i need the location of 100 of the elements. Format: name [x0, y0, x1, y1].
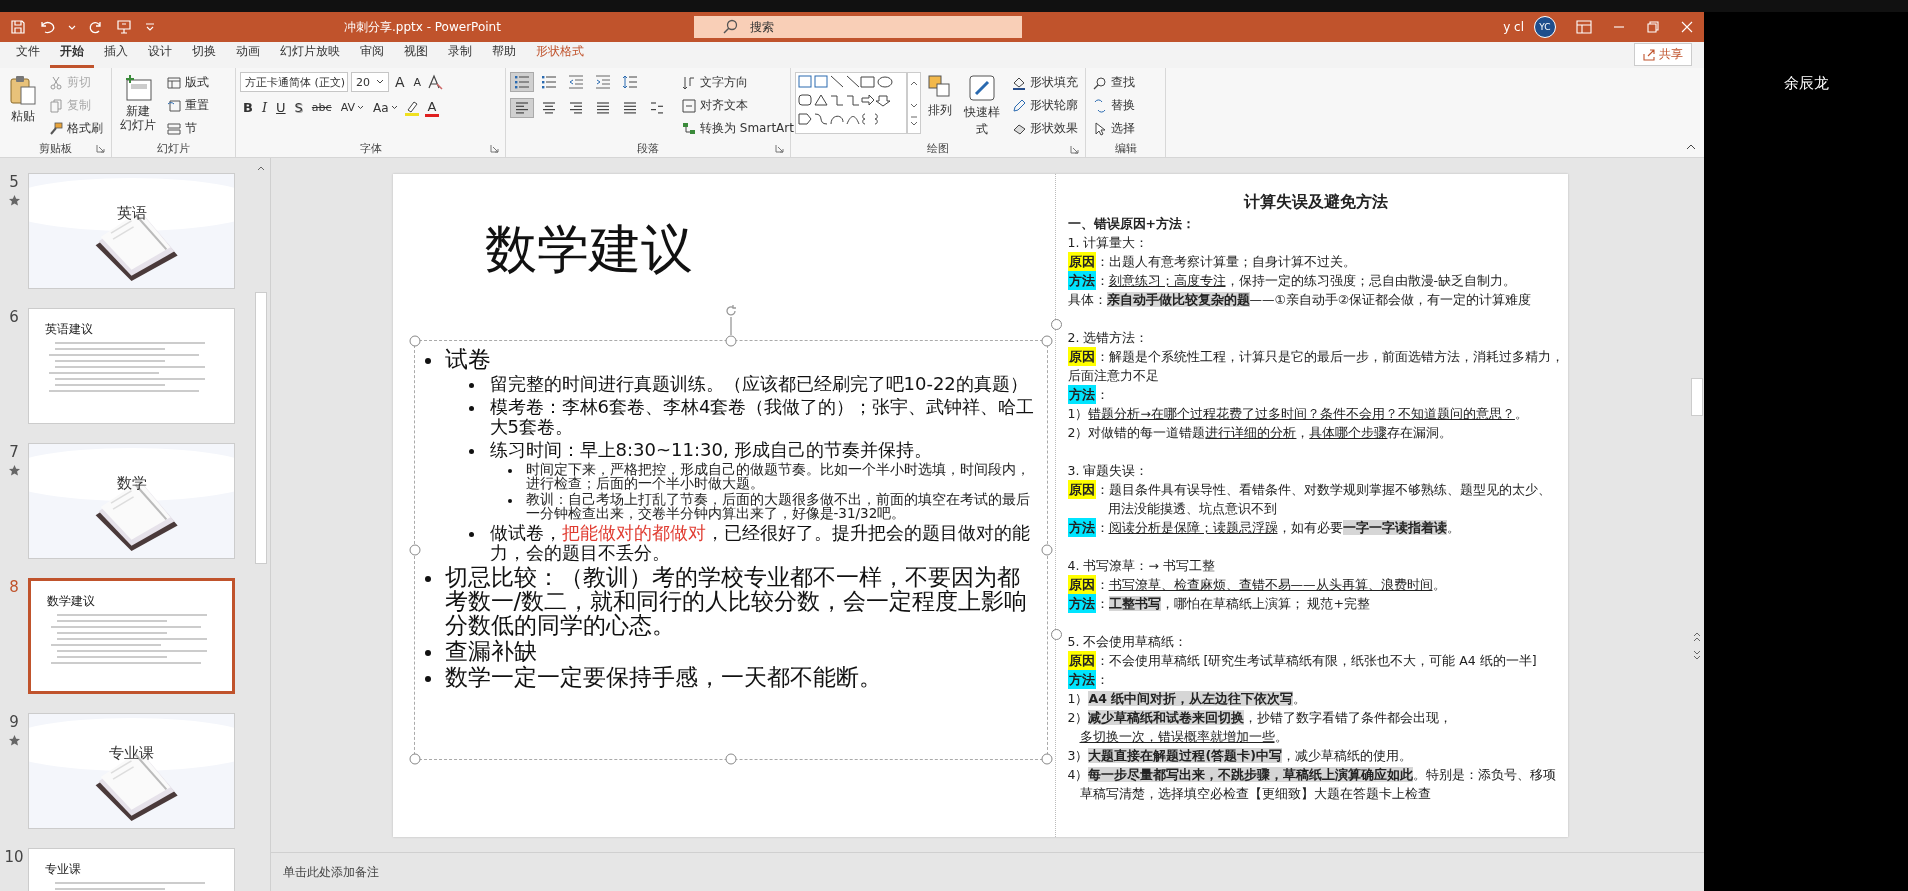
format-button[interactable]: Aa — [370, 99, 401, 116]
arrange-button[interactable]: 排列 — [925, 72, 955, 121]
bullet-text: 留完整的时间进行真题训练。（应该都已经刷完了吧10-22的真题） — [489, 373, 1029, 394]
text-line: ：工整书写，哪怕在草稿纸上演算； 规范+完整 — [1095, 594, 1370, 613]
menu-tab[interactable]: 幻灯片放映 — [270, 39, 350, 68]
shape-effects-button[interactable]: 形状效果 — [1009, 118, 1081, 139]
align-text-button[interactable]: 对齐文本 — [679, 95, 797, 116]
reset-button[interactable]: 重置 — [164, 95, 212, 116]
highlight-tag: 原因 — [1067, 574, 1096, 594]
slide-number: 10 — [4, 848, 24, 866]
shape-outline-button[interactable]: 形状轮廓 — [1009, 95, 1081, 116]
highlight-tag: 原因 — [1067, 346, 1096, 366]
menu-tab[interactable]: 动画 — [226, 39, 270, 68]
share-label: 共享 — [1659, 46, 1683, 63]
user-name: y cl — [1503, 20, 1524, 34]
notes-field[interactable]: 单击此处添加备注 — [283, 865, 583, 879]
shape-fill-button[interactable]: 形状填充 — [1009, 72, 1081, 93]
menu-tab[interactable]: 录制 — [438, 39, 482, 68]
subsection-heading: 4. 书写潦草：→ 书写工整 — [1067, 556, 1216, 575]
slide-thumbnail[interactable]: 专业课 — [28, 848, 235, 891]
menu-tab[interactable]: 视图 — [394, 39, 438, 68]
text-line: ：书写潦草、检查麻烦、查错不易——从头再算、浪费时间。 — [1095, 575, 1446, 594]
group-label: 绘图 — [927, 141, 949, 156]
menu-tab[interactable]: 帮助 — [482, 39, 526, 68]
format-button[interactable]: AV — [337, 100, 367, 115]
smartart-button[interactable]: 转换为 SmartArt — [679, 118, 797, 139]
bullet-text: 时间定下来，严格把控，形成自己的做题节奏。比如一个半小时选填，时间段内，进行检查；后面的一个半小时做大题。 — [525, 461, 1031, 490]
text-line: 3）大题直接在解题过程(答题卡)中写，减少草稿纸的使用。 — [1067, 746, 1412, 765]
thumbnail-title: 数学建议 — [47, 593, 95, 610]
section-heading: 一、错误原因+方法： — [1067, 214, 1196, 233]
text-line: ：解题是个系统性工程，计算只是它的最后一步，前面选错方法，消耗过多精力， — [1095, 347, 1564, 366]
slide-thumbnail[interactable]: 数学 — [28, 443, 235, 559]
thumbnail-title: 专业课 — [45, 861, 81, 878]
participant-name: 余辰龙 — [1783, 74, 1829, 94]
thumbnail-title: 英语建议 — [45, 321, 93, 338]
menu-tab[interactable]: 审阅 — [350, 39, 394, 68]
window-title: 冲刺分享.pptx - PowerPoint — [344, 18, 501, 36]
text-line: 4）每一步尽量都写出来，不跳步骤，草稿纸上演算确应如此。特别是：添负号、移项 — [1067, 765, 1557, 784]
slide-title: 数学建议 — [484, 217, 694, 281]
format-button[interactable]: B — [240, 99, 256, 116]
text-line: ： — [1095, 670, 1109, 689]
format-button[interactable]: S — [291, 99, 306, 116]
highlight-tag: 方法 — [1067, 270, 1096, 290]
format-button[interactable]: U — [273, 99, 289, 116]
text-line: 具体：亲自动手做比较复杂的题——①亲自动手②保证都会做，有一定的计算难度 — [1067, 290, 1531, 309]
quick-styles-button[interactable]: 快速样式 — [959, 72, 1005, 140]
bullet-text: 模考卷：李林6套卷、李林4套卷（我做了的）；张宇、武钟祥、哈工大5套卷。 — [489, 396, 1036, 437]
bullet-text: 数学一定一定要保持手感，一天都不能断。 — [444, 664, 883, 689]
subsection-heading: 2. 选错方法： — [1067, 328, 1150, 347]
menu-tab[interactable]: 形状格式 — [526, 39, 594, 68]
font-color-button[interactable]: A — [424, 98, 440, 117]
font-size-button[interactable]: A — [410, 74, 425, 90]
menu-tab[interactable]: 设计 — [138, 39, 182, 68]
format-button[interactable]: I — [258, 99, 271, 116]
bullet-text: 练习时间：早上8:30~11:30, 形成自己的节奏并保持。 — [489, 439, 934, 460]
thumbnail-title: 专业课 — [108, 744, 155, 763]
thumbnail-title: 英语 — [115, 204, 148, 223]
subsection-heading: 3. 审题失误： — [1067, 461, 1150, 480]
group-label: 字体 — [359, 140, 382, 156]
replace-button[interactable]: 替换 — [1090, 95, 1138, 116]
format-button[interactable]: abc — [308, 100, 335, 115]
menu-tab[interactable]: 文件 — [6, 39, 50, 68]
user-avatar[interactable]: YC — [1534, 16, 1556, 38]
layout-button[interactable]: 版式 — [164, 72, 212, 93]
slide-number: 8 — [9, 578, 19, 596]
bullet-text: 切忌比较：（教训）考的学校专业都不一样，不要因为都考数一/数二，就和同行的人比较分数，会一定程度上影响分数低的同学的心态。 — [444, 564, 1029, 637]
slide-thumbnail[interactable]: 英语建议 — [28, 308, 235, 424]
slide-thumbnail[interactable]: 专业课 — [28, 713, 235, 829]
slide-thumbnail[interactable]: 数学建议 — [28, 578, 235, 694]
highlight-tag: 原因 — [1067, 251, 1096, 271]
group-label: 剪贴板 — [39, 140, 72, 156]
notes-title: 计算失误及避免方法 — [1242, 190, 1389, 213]
paste-button[interactable]: 粘贴 — [4, 72, 42, 127]
font-size-select[interactable]: 20 — [351, 72, 389, 92]
menu-tab[interactable]: 切换 — [182, 39, 226, 68]
share-button[interactable]: 共享 — [1634, 43, 1692, 66]
highlight-tag: 方法 — [1067, 384, 1096, 404]
section-button[interactable]: 节 — [164, 118, 212, 139]
group-label: 编辑 — [1114, 140, 1137, 156]
menu-tab[interactable]: 插入 — [94, 39, 138, 68]
find-button[interactable]: 查找 — [1090, 72, 1138, 93]
text-line: ：刻意练习；高度专注，保持一定的练习强度；忌自由散漫-缺乏自制力。 — [1095, 271, 1516, 290]
format-painter-button[interactable]: 格式刷 — [46, 118, 106, 139]
thumbnail-title: 数学 — [115, 474, 148, 493]
search-field[interactable]: 搜索 — [694, 16, 1022, 38]
select-button[interactable]: 选择 — [1090, 118, 1138, 139]
highlight-tag: 原因 — [1067, 650, 1096, 670]
highlight-tag: 方法 — [1067, 669, 1096, 689]
subsection-heading: 1. 计算量大： — [1067, 233, 1150, 252]
slide-thumbnail[interactable]: 英语 — [28, 173, 235, 289]
text-line: 2）减少草稿纸和试卷来回切换，抄错了数字看错了条件都会出现， — [1067, 708, 1453, 727]
text-line: ： — [1095, 385, 1109, 404]
new-slide-button[interactable]: 新建 幻灯片 — [116, 72, 160, 135]
font-select[interactable]: 方正卡通简体 (正文) — [240, 72, 348, 92]
bullet-text: 查漏补缺 — [444, 638, 538, 663]
text-direction-button[interactable]: 文字方向 — [679, 72, 797, 93]
highlight-tag: 原因 — [1067, 479, 1096, 499]
slide-number: 9 — [9, 713, 19, 731]
text-line: 1）错题分析→在哪个过程花费了过多时间？条件不会用？不知道题问的意思？。 — [1067, 404, 1528, 423]
font-size-button[interactable]: A — [392, 73, 408, 91]
